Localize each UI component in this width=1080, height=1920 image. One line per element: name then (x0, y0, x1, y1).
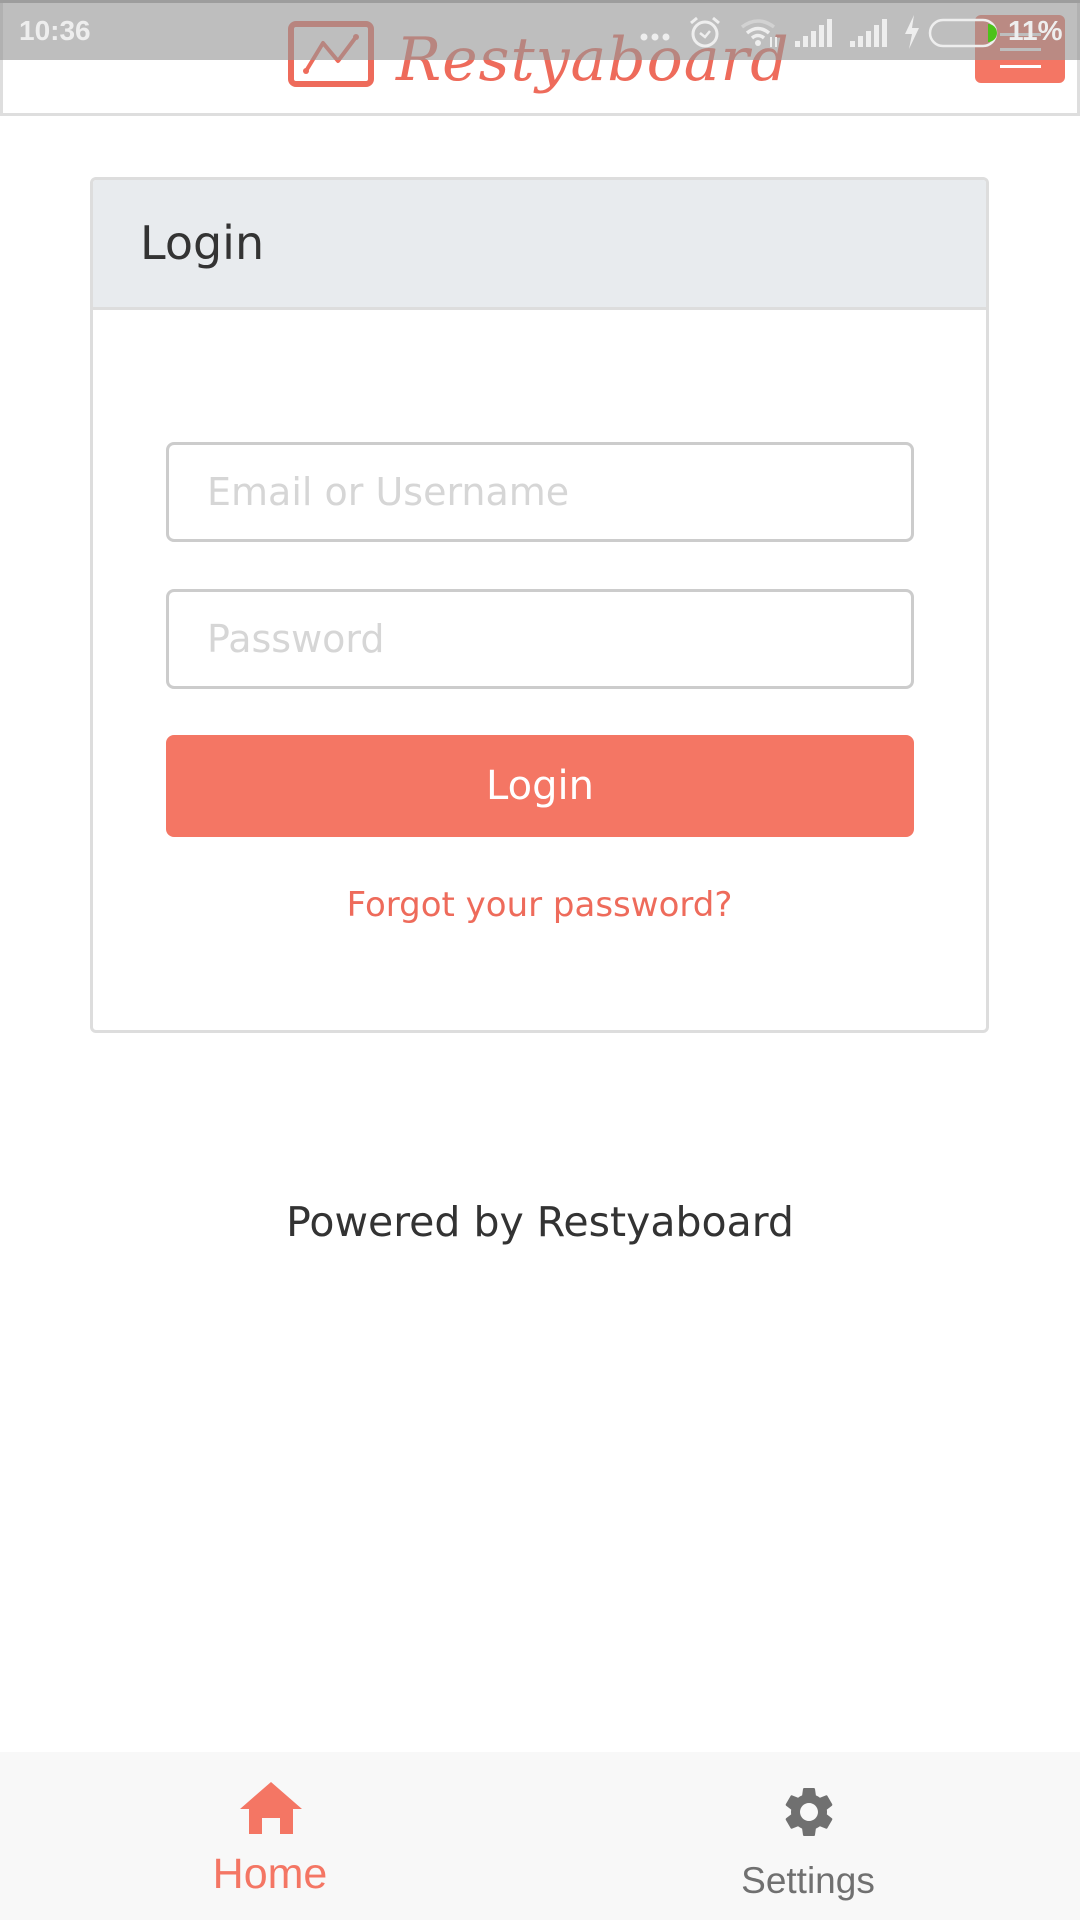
login-card: Login Login Forgot your password? (90, 177, 989, 1033)
alarm-icon (690, 16, 720, 48)
powered-by-text: Powered by Restyaboard (286, 1198, 794, 1246)
nav-item-settings[interactable]: Settings (658, 1752, 958, 1920)
gear-icon (785, 1788, 833, 1836)
charging-icon (905, 15, 919, 49)
nav-item-home[interactable]: Home (120, 1752, 420, 1920)
bottom-nav: Home Settings (0, 1752, 1080, 1920)
signal-icon (795, 19, 832, 47)
status-bar: 10:36 11% (0, 0, 1080, 60)
password-input[interactable] (166, 589, 914, 689)
battery-percent: 11% (1008, 15, 1063, 46)
nav-label-home: Home (212, 1850, 328, 1898)
home-icon (240, 1782, 302, 1834)
nav-label-settings: Settings (741, 1860, 875, 1901)
login-button[interactable]: Login (166, 735, 914, 837)
signal-icon (850, 19, 887, 47)
battery-icon (928, 18, 998, 48)
wifi-icon (740, 19, 777, 47)
more-dots-icon (640, 33, 670, 41)
email-username-input[interactable] (166, 442, 914, 542)
forgot-password-link[interactable]: Forgot your password? (93, 885, 986, 925)
login-title: Login (140, 216, 265, 270)
login-card-header: Login (93, 180, 986, 310)
status-time: 10:36 (19, 15, 91, 46)
